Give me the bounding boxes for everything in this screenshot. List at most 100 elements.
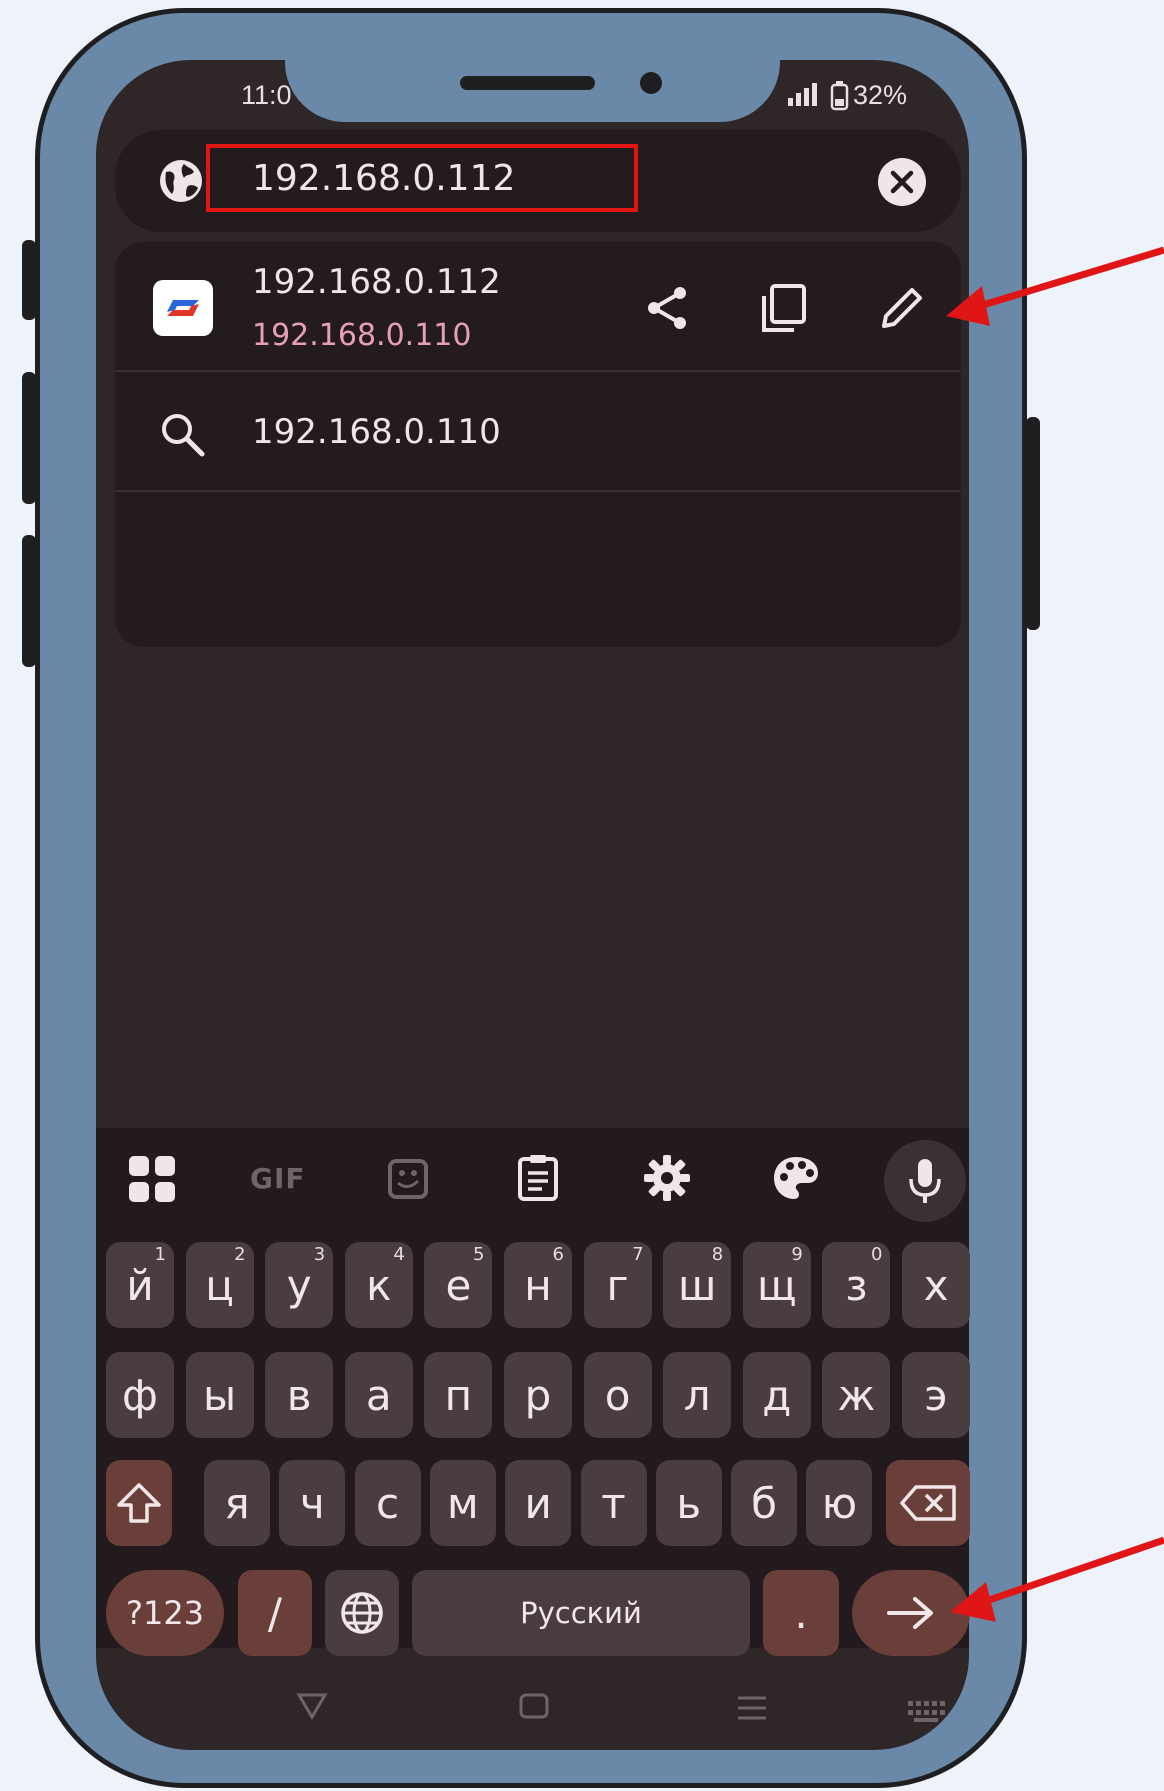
key-label: х xyxy=(923,1260,949,1310)
key[interactable]: й1 xyxy=(106,1242,174,1328)
recents-nav-icon[interactable] xyxy=(736,1694,768,1730)
key-label: в xyxy=(286,1370,312,1420)
key-hint: 1 xyxy=(154,1244,166,1265)
key-label: б xyxy=(751,1478,778,1528)
apps-grid-icon[interactable] xyxy=(127,1154,177,1208)
keyboard-hide-icon[interactable] xyxy=(906,1696,946,1731)
key-label: н xyxy=(524,1260,552,1310)
copy-icon[interactable] xyxy=(758,282,810,338)
key-hint: 5 xyxy=(472,1244,485,1265)
key[interactable]: м xyxy=(429,1460,496,1546)
key[interactable]: э xyxy=(902,1352,970,1438)
slash-key[interactable]: / xyxy=(238,1570,312,1656)
home-nav-icon[interactable] xyxy=(518,1692,550,1728)
signal-icon xyxy=(786,82,822,112)
microphone-icon[interactable] xyxy=(884,1140,966,1222)
key[interactable]: ц2 xyxy=(185,1242,254,1328)
front-camera xyxy=(640,72,662,94)
key[interactable]: и xyxy=(505,1460,572,1546)
site-favicon-icon xyxy=(153,280,213,336)
key[interactable]: я xyxy=(204,1460,270,1546)
key-hint: 8 xyxy=(711,1244,724,1265)
suggestion-item[interactable] xyxy=(115,372,961,490)
key-label: з xyxy=(845,1260,868,1310)
key-label: й xyxy=(126,1260,154,1310)
share-icon[interactable] xyxy=(642,283,692,337)
key[interactable]: щ9 xyxy=(742,1242,811,1328)
key-label: э xyxy=(924,1370,948,1420)
key[interactable]: ш8 xyxy=(663,1242,732,1328)
phone-side-button xyxy=(22,240,36,320)
speaker-grille xyxy=(460,76,595,90)
space-bar[interactable]: Русский xyxy=(412,1570,750,1656)
suggestion-title: 192.168.0.112 xyxy=(252,262,501,302)
key[interactable]: е5 xyxy=(424,1242,493,1328)
annotation-arrow xyxy=(946,246,1164,326)
key-label: и xyxy=(524,1478,552,1528)
key-label: ю xyxy=(821,1478,858,1528)
suggestion-title: 192.168.0.110 xyxy=(252,412,501,452)
key[interactable]: у3 xyxy=(265,1242,334,1328)
key-label: т xyxy=(601,1478,626,1528)
edit-pencil-icon[interactable] xyxy=(876,284,926,338)
key[interactable]: ь xyxy=(655,1460,722,1546)
phone-power-button xyxy=(1026,417,1040,630)
clipboard-icon[interactable] xyxy=(514,1153,562,1207)
key[interactable]: ю xyxy=(806,1460,873,1546)
key-label: к xyxy=(366,1260,392,1310)
key[interactable]: ж xyxy=(822,1352,891,1438)
key[interactable]: з0 xyxy=(822,1242,891,1328)
key-label: р xyxy=(524,1370,552,1420)
gif-button[interactable]: GIF xyxy=(250,1162,306,1195)
suggestion-item[interactable] xyxy=(115,242,961,370)
key-hint: 0 xyxy=(870,1244,883,1265)
search-icon xyxy=(158,410,206,462)
key-label: ш xyxy=(677,1260,717,1310)
key-hint: 3 xyxy=(313,1244,326,1265)
key[interactable]: р xyxy=(504,1352,572,1438)
key-hint: 4 xyxy=(393,1244,405,1265)
key-label: г xyxy=(606,1260,629,1310)
status-time: 11:0 xyxy=(241,80,292,110)
navigation-bar xyxy=(96,1680,969,1750)
clear-icon[interactable] xyxy=(878,158,926,206)
phone-side-button xyxy=(22,372,36,504)
key[interactable]: п xyxy=(424,1352,493,1438)
key[interactable]: а xyxy=(344,1352,413,1438)
key[interactable]: т xyxy=(580,1460,647,1546)
key-label: щ xyxy=(757,1260,797,1310)
sticker-icon[interactable] xyxy=(386,1157,430,1205)
key[interactable]: б xyxy=(731,1460,798,1546)
key-label: л xyxy=(683,1370,711,1420)
key-label: у xyxy=(286,1260,312,1310)
key[interactable]: к4 xyxy=(344,1242,413,1328)
key[interactable]: в xyxy=(265,1352,334,1438)
symbols-key[interactable]: ?123 xyxy=(106,1570,224,1656)
key-label: п xyxy=(444,1370,473,1420)
shift-key[interactable] xyxy=(106,1460,172,1546)
key-label: ц xyxy=(205,1260,234,1310)
key-label: ф xyxy=(122,1370,158,1420)
key[interactable]: ч xyxy=(279,1460,346,1546)
annotation-arrow xyxy=(950,1536,1164,1622)
key[interactable]: х xyxy=(902,1242,970,1328)
key[interactable]: о xyxy=(583,1352,652,1438)
language-globe-icon[interactable] xyxy=(325,1570,399,1656)
period-key[interactable]: . xyxy=(763,1570,839,1656)
key[interactable]: л xyxy=(663,1352,732,1438)
key[interactable]: н6 xyxy=(504,1242,572,1328)
key-label: я xyxy=(224,1478,250,1528)
key-label: ж xyxy=(837,1370,876,1420)
key-hint: 6 xyxy=(552,1244,564,1265)
key[interactable]: д xyxy=(742,1352,811,1438)
key-label: о xyxy=(604,1370,631,1420)
key[interactable]: ы xyxy=(185,1352,254,1438)
key[interactable]: с xyxy=(354,1460,421,1546)
gear-icon[interactable] xyxy=(642,1153,692,1207)
palette-icon[interactable] xyxy=(770,1153,822,1207)
key[interactable]: ф xyxy=(106,1352,174,1438)
key[interactable]: г7 xyxy=(583,1242,652,1328)
back-nav-icon[interactable] xyxy=(296,1692,328,1728)
highlight-box xyxy=(206,144,638,212)
key-label: д xyxy=(762,1370,792,1420)
